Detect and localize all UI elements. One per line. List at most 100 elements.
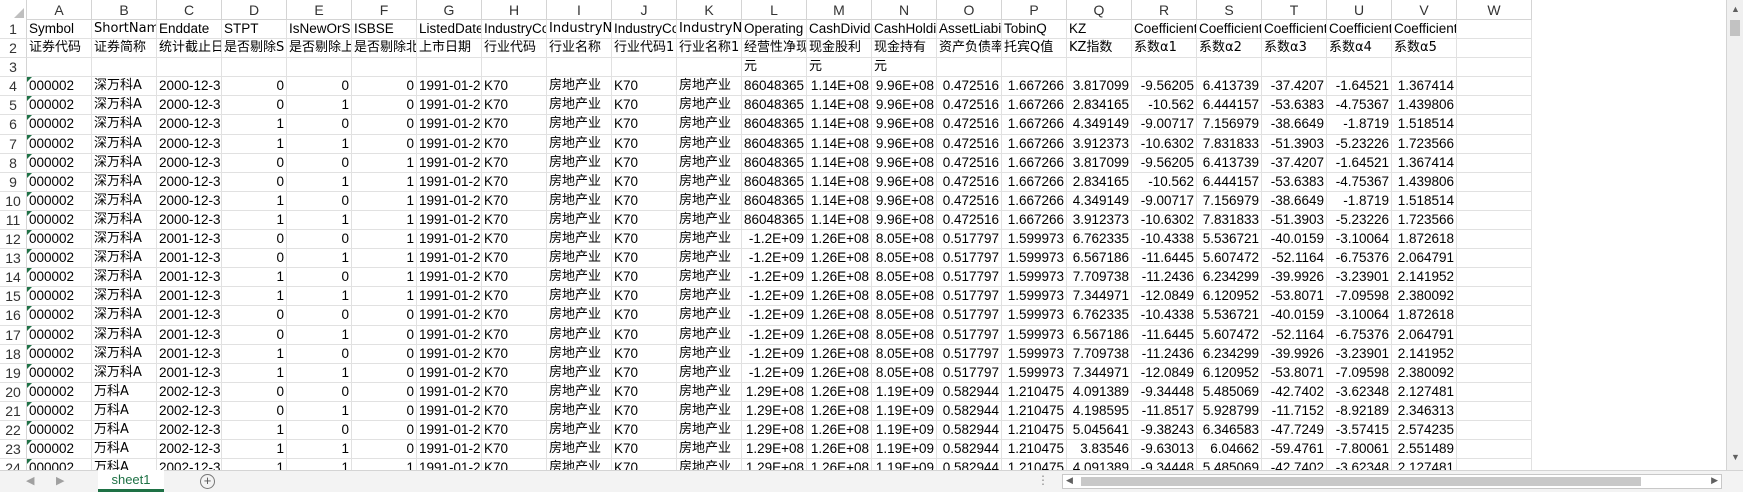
row-header[interactable]: 20 bbox=[0, 382, 27, 402]
cell-h21[interactable]: K70 bbox=[482, 401, 547, 421]
cell-w20[interactable] bbox=[1457, 382, 1532, 402]
cell-l19[interactable]: -1.2E+09 bbox=[742, 363, 807, 383]
cell-q15[interactable]: 7.344971 bbox=[1067, 287, 1132, 307]
cell-i19[interactable]: 房地产业 bbox=[547, 363, 612, 383]
cell-m17[interactable]: 1.26E+08 bbox=[807, 325, 872, 345]
cell-p24[interactable]: 1.210475 bbox=[1002, 459, 1067, 470]
cell-f9[interactable]: 1 bbox=[352, 172, 417, 192]
cell-w7[interactable] bbox=[1457, 134, 1532, 154]
cell-e11[interactable]: 1 bbox=[287, 210, 352, 231]
row-header[interactable]: 12 bbox=[0, 230, 27, 250]
cell-g16[interactable]: 1991-01-2 bbox=[417, 306, 482, 326]
cell-m2[interactable]: 现金股利 bbox=[807, 39, 872, 59]
cell-l23[interactable]: 1.29E+08 bbox=[742, 440, 807, 460]
cell-g13[interactable]: 1991-01-2 bbox=[417, 249, 482, 269]
cell-i17[interactable]: 房地产业 bbox=[547, 325, 612, 345]
cell-u21[interactable]: -8.92189 bbox=[1327, 401, 1392, 421]
cell-b17[interactable]: 深万科A bbox=[92, 325, 157, 345]
cell-r19[interactable]: -12.0849 bbox=[1132, 363, 1197, 383]
cell-a3[interactable] bbox=[27, 58, 92, 78]
cell-s12[interactable]: 5.536721 bbox=[1197, 230, 1262, 250]
column-header-n[interactable]: N bbox=[872, 0, 937, 20]
cell-f4[interactable]: 0 bbox=[352, 77, 417, 97]
cell-g2[interactable]: 上市日期 bbox=[417, 39, 482, 59]
cell-d24[interactable]: 1 bbox=[222, 459, 287, 470]
cell-v13[interactable]: 2.064791 bbox=[1392, 249, 1457, 269]
cell-w5[interactable] bbox=[1457, 96, 1532, 116]
cell-g21[interactable]: 1991-01-2 bbox=[417, 401, 482, 421]
cell-h10[interactable]: K70 bbox=[482, 191, 547, 211]
cell-j14[interactable]: K70 bbox=[612, 268, 677, 288]
cell-p3[interactable] bbox=[1002, 58, 1067, 78]
cell-p12[interactable]: 1.599973 bbox=[1002, 230, 1067, 250]
column-header-v[interactable]: V bbox=[1392, 0, 1457, 20]
cell-o15[interactable]: 0.517797 bbox=[937, 287, 1002, 307]
cell-e10[interactable]: 0 bbox=[287, 191, 352, 211]
select-all-corner[interactable] bbox=[0, 0, 27, 20]
cell-h22[interactable]: K70 bbox=[482, 420, 547, 441]
cell-t18[interactable]: -39.9926 bbox=[1262, 344, 1327, 364]
cell-c4[interactable]: 2000-12-3 bbox=[157, 77, 222, 97]
cell-t11[interactable]: -51.3903 bbox=[1262, 210, 1327, 231]
cell-r13[interactable]: -11.6445 bbox=[1132, 249, 1197, 269]
cell-s21[interactable]: 5.928799 bbox=[1197, 401, 1262, 421]
cell-f14[interactable]: 1 bbox=[352, 268, 417, 288]
cell-u8[interactable]: -1.64521 bbox=[1327, 153, 1392, 173]
cell-p7[interactable]: 1.667266 bbox=[1002, 134, 1067, 154]
cell-q7[interactable]: 3.912373 bbox=[1067, 134, 1132, 154]
cell-u14[interactable]: -3.23901 bbox=[1327, 268, 1392, 288]
column-header-u[interactable]: U bbox=[1327, 0, 1392, 20]
cell-a4[interactable]: 000002 bbox=[27, 77, 92, 97]
cell-l1[interactable]: Operating bbox=[742, 20, 807, 40]
cell-f6[interactable]: 0 bbox=[352, 115, 417, 135]
cell-m12[interactable]: 1.26E+08 bbox=[807, 230, 872, 250]
row-header[interactable]: 23 bbox=[0, 440, 27, 460]
cell-k24[interactable]: 房地产业 bbox=[677, 459, 742, 470]
scroll-left-icon[interactable]: ◀ bbox=[1066, 475, 1073, 486]
cell-o6[interactable]: 0.472516 bbox=[937, 115, 1002, 135]
horizontal-scrollbar[interactable]: ◀ ▶ bbox=[1062, 474, 1722, 489]
column-header-s[interactable]: S bbox=[1197, 0, 1262, 20]
cell-p9[interactable]: 1.667266 bbox=[1002, 172, 1067, 192]
cell-h17[interactable]: K70 bbox=[482, 325, 547, 345]
cell-a16[interactable]: 000002 bbox=[27, 306, 92, 326]
cell-v6[interactable]: 1.518514 bbox=[1392, 115, 1457, 135]
cell-k6[interactable]: 房地产业 bbox=[677, 115, 742, 135]
cell-n20[interactable]: 1.19E+09 bbox=[872, 382, 937, 402]
cell-b22[interactable]: 万科A bbox=[92, 420, 157, 441]
vertical-scroll-thumb[interactable] bbox=[1730, 20, 1740, 36]
cell-r4[interactable]: -9.56205 bbox=[1132, 77, 1197, 97]
cell-s2[interactable]: 系数α2 bbox=[1197, 39, 1262, 59]
cell-w8[interactable] bbox=[1457, 153, 1532, 173]
cell-e19[interactable]: 1 bbox=[287, 363, 352, 383]
cell-g8[interactable]: 1991-01-2 bbox=[417, 153, 482, 173]
cell-r17[interactable]: -11.6445 bbox=[1132, 325, 1197, 345]
cell-p23[interactable]: 1.210475 bbox=[1002, 440, 1067, 460]
cell-d9[interactable]: 0 bbox=[222, 172, 287, 192]
cell-n10[interactable]: 9.96E+08 bbox=[872, 191, 937, 211]
cell-j6[interactable]: K70 bbox=[612, 115, 677, 135]
cell-k12[interactable]: 房地产业 bbox=[677, 230, 742, 250]
cell-f17[interactable]: 0 bbox=[352, 325, 417, 345]
cell-f5[interactable]: 0 bbox=[352, 96, 417, 116]
column-header-c[interactable]: C bbox=[157, 0, 222, 20]
cell-i13[interactable]: 房地产业 bbox=[547, 249, 612, 269]
cell-i11[interactable]: 房地产业 bbox=[547, 210, 612, 231]
row-header[interactable]: 7 bbox=[0, 134, 27, 154]
cell-a7[interactable]: 000002 bbox=[27, 134, 92, 154]
cell-t23[interactable]: -59.4761 bbox=[1262, 440, 1327, 460]
cell-g9[interactable]: 1991-01-2 bbox=[417, 172, 482, 192]
cell-p5[interactable]: 1.667266 bbox=[1002, 96, 1067, 116]
cell-l20[interactable]: 1.29E+08 bbox=[742, 382, 807, 402]
prev-sheet-icon[interactable]: ◀ bbox=[26, 474, 34, 487]
cell-v17[interactable]: 2.064791 bbox=[1392, 325, 1457, 345]
cell-t6[interactable]: -38.6649 bbox=[1262, 115, 1327, 135]
column-header-d[interactable]: D bbox=[222, 0, 287, 20]
cell-v12[interactable]: 1.872618 bbox=[1392, 230, 1457, 250]
cell-l18[interactable]: -1.2E+09 bbox=[742, 344, 807, 364]
cell-j10[interactable]: K70 bbox=[612, 191, 677, 211]
cell-e23[interactable]: 1 bbox=[287, 440, 352, 460]
cell-u6[interactable]: -1.8719 bbox=[1327, 115, 1392, 135]
cell-u19[interactable]: -7.09598 bbox=[1327, 363, 1392, 383]
cell-l21[interactable]: 1.29E+08 bbox=[742, 401, 807, 421]
